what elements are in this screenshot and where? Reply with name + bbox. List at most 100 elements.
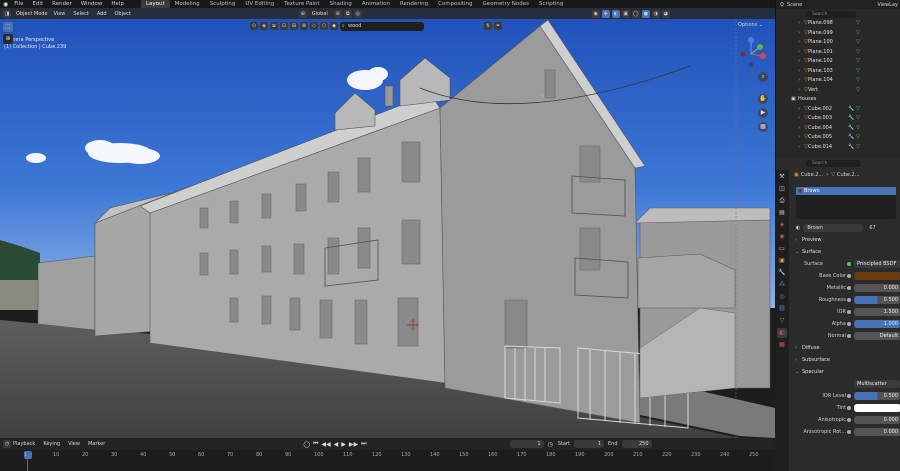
section-diffuse[interactable]: › Diffuse bbox=[776, 342, 900, 354]
outliner-item[interactable]: › ▽ Plane.103 ▽ bbox=[776, 67, 900, 77]
grid-icon[interactable]: ▦ bbox=[758, 122, 768, 132]
outliner-item[interactable]: › ▽ Cube.003 🔧 ▽ bbox=[776, 114, 900, 124]
expand-arrow-icon[interactable]: › bbox=[798, 67, 800, 77]
tab-rendering[interactable]: Rendering bbox=[395, 0, 433, 8]
outliner-item[interactable]: › ▽ Cube.004 🔧 ▽ bbox=[776, 124, 900, 134]
viewport-menu-view[interactable]: View bbox=[54, 11, 66, 17]
outliner-item[interactable]: › ▽ Cube.002 🔧 ▽ bbox=[776, 105, 900, 115]
outliner-item[interactable]: › ▽ Plane.101 ▽ bbox=[776, 48, 900, 58]
section-preview[interactable]: › Preview bbox=[776, 234, 900, 246]
value-field[interactable]: 0.500 bbox=[854, 392, 900, 400]
tab-sculpting[interactable]: Sculpting bbox=[205, 0, 241, 8]
material-sphere-icon[interactable]: ◐ bbox=[796, 225, 800, 231]
expand-arrow-icon[interactable]: › bbox=[798, 57, 800, 67]
transform-orientation-dropdown[interactable]: Global bbox=[308, 9, 331, 18]
mode-selector[interactable]: Object Mode bbox=[13, 9, 51, 18]
jump-start-icon[interactable]: ⏮ bbox=[313, 440, 318, 448]
socket-dot[interactable] bbox=[847, 334, 851, 338]
pan-hand-icon[interactable]: ✋ bbox=[758, 94, 768, 104]
outliner-item[interactable]: › ▽ Vert ▽ bbox=[776, 86, 900, 96]
view-layer-tab-icon[interactable]: ▤ bbox=[777, 208, 787, 218]
expand-arrow-icon[interactable]: › bbox=[798, 114, 800, 124]
breadcrumb-mesh[interactable]: Cube.2... bbox=[837, 172, 859, 178]
socket-dot[interactable] bbox=[847, 322, 851, 326]
outliner-search-input[interactable]: Search bbox=[806, 10, 856, 18]
tab-uv-editing[interactable]: UV Editing bbox=[240, 0, 279, 8]
timeline-menu-view[interactable]: View bbox=[68, 441, 80, 447]
play-reverse-icon[interactable]: ◀ bbox=[334, 441, 339, 448]
end-frame-field[interactable]: 250 bbox=[621, 440, 652, 448]
sort-icon[interactable]: ⇅ bbox=[484, 22, 492, 30]
constraints-tab-icon[interactable]: ⛓ bbox=[777, 304, 787, 314]
shading-rendered-icon[interactable]: ◕ bbox=[661, 9, 670, 18]
particles-tab-icon[interactable]: ⁂ bbox=[777, 280, 787, 290]
filter-funnel-icon[interactable]: ⏷ bbox=[494, 22, 502, 30]
3d-viewport[interactable] bbox=[0, 8, 775, 438]
axis-gizmo-icon[interactable] bbox=[738, 36, 768, 70]
texture-tab-icon[interactable]: ▦ bbox=[777, 340, 787, 350]
filter-icon-2[interactable]: ◈ bbox=[260, 22, 268, 30]
tab-shading[interactable]: Shading bbox=[325, 0, 357, 8]
expand-arrow-icon[interactable]: › bbox=[798, 29, 800, 39]
expand-arrow-icon[interactable]: › bbox=[798, 124, 800, 134]
timeline-menu-marker[interactable]: Marker bbox=[88, 441, 105, 447]
shading-wireframe-icon[interactable]: ◯ bbox=[631, 9, 640, 18]
tool-tab-icon[interactable]: ⚒ bbox=[777, 172, 787, 182]
color-swatch-field[interactable] bbox=[854, 272, 900, 280]
expand-arrow-icon[interactable]: › bbox=[798, 86, 800, 96]
editor-type-icon[interactable]: ◨ bbox=[3, 9, 11, 18]
shading-material-icon[interactable]: ◑ bbox=[651, 9, 660, 18]
modifier-tab-icon[interactable]: 🔧 bbox=[777, 268, 787, 278]
socket-dot[interactable] bbox=[847, 394, 851, 398]
object-tab-icon[interactable]: ▣ bbox=[777, 256, 787, 266]
material-tab-icon[interactable]: ◐ bbox=[777, 328, 787, 338]
scene-tab-icon[interactable]: ◈ bbox=[777, 220, 787, 230]
start-frame-field[interactable]: 1 bbox=[574, 440, 604, 448]
proportional-edit-icon[interactable]: ◎ bbox=[353, 9, 362, 18]
shading-solid-icon[interactable]: ● bbox=[641, 9, 650, 18]
filter-icon-9[interactable]: ◆ bbox=[330, 22, 338, 30]
scene-label[interactable]: Scene bbox=[787, 2, 802, 8]
current-frame-field[interactable]: 1 bbox=[509, 440, 544, 448]
timeline-editor-icon[interactable]: ◷ bbox=[3, 440, 11, 448]
zoom-icon[interactable]: ⌕ bbox=[758, 72, 768, 82]
section-surface[interactable]: ⌄ Surface bbox=[776, 246, 900, 258]
value-field[interactable]: 0.000 bbox=[854, 416, 900, 424]
socket-dot[interactable] bbox=[847, 286, 851, 290]
properties-search-input[interactable]: Search bbox=[806, 160, 861, 167]
viewport-menu-add[interactable]: Add bbox=[97, 11, 107, 17]
filter-icon-3[interactable]: ⧈ bbox=[270, 22, 278, 30]
options-button[interactable]: Options ⌄ bbox=[738, 22, 763, 28]
snap-icon[interactable]: ⧉ bbox=[343, 9, 352, 18]
filter-icon-4[interactable]: ⊡ bbox=[280, 22, 288, 30]
world-tab-icon[interactable]: ◉ bbox=[777, 232, 787, 242]
expand-arrow-icon[interactable]: › bbox=[798, 19, 800, 29]
expand-arrow-icon[interactable]: › bbox=[798, 76, 800, 86]
pivot-icon[interactable]: ⊛ bbox=[333, 9, 342, 18]
expand-arrow-icon[interactable]: › bbox=[798, 38, 800, 48]
xray-icon[interactable]: ▣ bbox=[621, 9, 630, 18]
object-data-tab-icon[interactable]: ▽ bbox=[777, 316, 787, 326]
tab-texture-paint[interactable]: Texture Paint bbox=[279, 0, 325, 8]
tab-geometry-nodes[interactable]: Geometry Nodes bbox=[478, 0, 534, 8]
specular-distribution-field[interactable]: Multiscatter GGX bbox=[854, 380, 900, 388]
surface-shader-field[interactable]: Principled BSDF bbox=[854, 260, 900, 268]
material-user-count[interactable]: 67 bbox=[869, 225, 875, 231]
viewlayer-label[interactable]: ViewLay bbox=[877, 2, 898, 8]
viewport-menu-object[interactable]: Object bbox=[115, 11, 131, 17]
jump-end-icon[interactable]: ⏭ bbox=[361, 440, 366, 448]
blender-logo-icon[interactable]: ◉ bbox=[3, 1, 8, 8]
record-icon[interactable]: ◯ bbox=[303, 441, 310, 448]
tab-modeling[interactable]: Modeling bbox=[170, 0, 205, 8]
section-subsurface[interactable]: › Subsurface bbox=[776, 354, 900, 366]
physics-tab-icon[interactable]: ◎ bbox=[777, 292, 787, 302]
tab-layout[interactable]: Layout bbox=[140, 0, 170, 8]
menu-help[interactable]: Help bbox=[111, 1, 124, 7]
gizmo-toggle-icon[interactable]: ✥ bbox=[601, 9, 610, 18]
color-swatch-field[interactable] bbox=[854, 404, 900, 412]
viewport-menu-select[interactable]: Select bbox=[73, 11, 88, 17]
breadcrumb-object[interactable]: Cube.2... bbox=[801, 172, 823, 178]
visibility-icon[interactable]: ◉ bbox=[591, 9, 600, 18]
filter-icon-1[interactable]: ⊙ bbox=[250, 22, 258, 30]
timeline-ruler[interactable]: 1 10 20 30 40 50 60 70 80 90 100 110 120 130 140 150 160… bbox=[0, 450, 775, 471]
